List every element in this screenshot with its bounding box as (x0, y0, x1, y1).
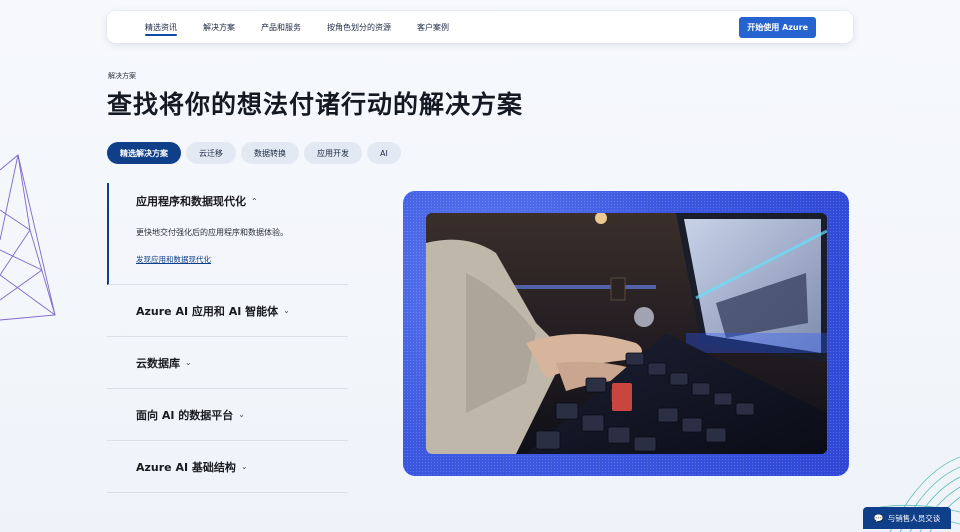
nav-item-solutions[interactable]: 解决方案 (203, 11, 235, 43)
accordion-title: 云数据库 (136, 356, 180, 370)
top-navigation: 精选资讯 解决方案 产品和服务 按角色划分的资源 客户案例 开始使用 Azure (107, 11, 853, 43)
hero-media-frame (403, 191, 849, 476)
nav-item-featured[interactable]: 精选资讯 (145, 11, 177, 43)
tab-featured-solutions[interactable]: 精选解决方案 (107, 142, 181, 164)
chevron-up-icon: ⌃ (251, 196, 258, 206)
solution-tabs: 精选解决方案 云迁移 数据转换 应用开发 AI (107, 142, 406, 164)
keyboard-photo (426, 213, 827, 454)
chevron-down-icon: ⌄ (185, 358, 192, 367)
accordion-title: Azure AI 应用和 AI 智能体 (136, 304, 279, 318)
tab-cloud-migration[interactable]: 云迁移 (186, 142, 236, 164)
nav-item-products[interactable]: 产品和服务 (261, 11, 301, 43)
accordion-title: Azure AI 基础结构 (136, 460, 236, 474)
tab-app-development[interactable]: 应用开发 (304, 142, 362, 164)
chat-icon: 💬 (873, 513, 884, 523)
accordion-item-app-data-modernization: 应用程序和数据现代化 ⌃ 更快地交付强化后的应用程序和数据体验。 发现应用和数据… (107, 183, 348, 285)
decorative-wireframe-left (0, 154, 56, 321)
talk-to-sales-button[interactable]: 💬 与销售人员交谈 (863, 507, 951, 529)
solutions-accordion: 应用程序和数据现代化 ⌃ 更快地交付强化后的应用程序和数据体验。 发现应用和数据… (107, 183, 348, 493)
accordion-item-cloud-databases[interactable]: 云数据库 ⌄ (107, 337, 348, 389)
chevron-down-icon: ⌄ (283, 306, 290, 315)
accordion-title: 应用程序和数据现代化 (136, 195, 246, 208)
accordion-item-ai-data-platform[interactable]: 面向 AI 的数据平台 ⌄ (107, 389, 348, 441)
chevron-down-icon: ⌄ (238, 410, 245, 419)
tab-ai[interactable]: AI (367, 142, 401, 164)
accordion-title: 面向 AI 的数据平台 (136, 408, 234, 422)
accordion-header[interactable]: 应用程序和数据现代化 ⌃ (136, 193, 348, 209)
discover-modernization-link[interactable]: 发现应用和数据现代化 (136, 254, 211, 265)
get-started-azure-button[interactable]: 开始使用 Azure (739, 16, 816, 38)
nav-item-resources-by-role[interactable]: 按角色划分的资源 (327, 11, 391, 43)
page-title: 查找将你的想法付诸行动的解决方案 (107, 90, 524, 119)
keyboard-photo-illustration (426, 213, 827, 454)
accordion-description: 更快地交付强化后的应用程序和数据体验。 (136, 228, 288, 237)
talk-to-sales-label: 与销售人员交谈 (887, 513, 941, 523)
chevron-down-icon: ⌄ (240, 462, 248, 471)
accordion-item-azure-ai-apps[interactable]: Azure AI 应用和 AI 智能体 ⌄ (107, 285, 348, 337)
accordion-item-ai-infrastructure[interactable]: Azure AI 基础结构 ⌄ (107, 441, 348, 493)
tab-data-transformation[interactable]: 数据转换 (241, 142, 299, 164)
nav-item-customer-stories[interactable]: 客户案例 (417, 11, 449, 43)
section-eyebrow: 解决方案 (108, 72, 136, 80)
